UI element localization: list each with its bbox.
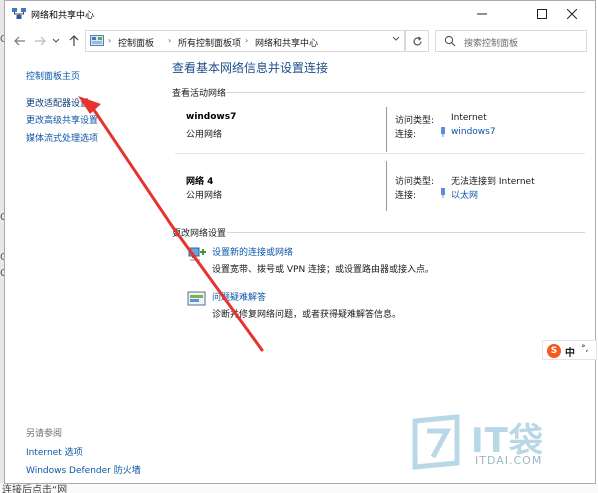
breadcrumb-separator-icon: › [168, 36, 172, 45]
setup-new-connection-link[interactable]: 设置新的连接或网络 [212, 245, 293, 258]
refresh-icon [412, 36, 422, 45]
network-type: 公用网络 [186, 191, 223, 201]
ethernet-icon [441, 188, 445, 198]
network-center-icon [12, 8, 26, 19]
link-windows-defender-firewall[interactable]: Windows Defender 防火墙 [26, 463, 141, 476]
access-type-value: Internet [451, 113, 487, 123]
network-name: windows7 [186, 112, 237, 122]
breadcrumb-control-panel[interactable]: 控制面板 [118, 36, 154, 49]
title-bar[interactable]: 网络和共享中心 [5, 1, 595, 27]
link-advanced-sharing-settings[interactable]: 更改高级共享设置 [26, 113, 98, 126]
network-name: 网络 4 [186, 177, 214, 187]
chevron-down-icon [392, 36, 400, 41]
breadcrumb-all-items[interactable]: 所有控制面板项 [178, 36, 241, 49]
connection-link-windows7[interactable]: windows7 [451, 127, 496, 137]
background-strip-bottom [0, 483, 598, 493]
column-divider [386, 107, 387, 152]
back-button[interactable] [13, 33, 27, 49]
maximize-icon [537, 9, 547, 19]
breadcrumb-separator-icon: › [108, 36, 112, 45]
change-network-settings-label: 更改网络设置 [172, 229, 227, 239]
access-type-value: 无法连接到 Internet [451, 177, 535, 187]
link-internet-options[interactable]: Internet 选项 [26, 445, 83, 458]
itdai-watermark-logo-icon [412, 414, 460, 470]
control-panel-icon [90, 35, 104, 46]
address-bar-row: › 控制面板 › 所有控制面板项 › 网络和共享中心 搜索控制面板 [5, 27, 595, 55]
connection-link-ethernet[interactable]: 以太网 [451, 188, 478, 201]
search-icon [444, 35, 456, 47]
ime-mode-toggle[interactable]: 中 [565, 344, 575, 359]
link-control-panel-home[interactable]: 控制面板主页 [26, 69, 80, 82]
recent-locations-button[interactable] [51, 33, 61, 49]
breadcrumb-network-center[interactable]: 网络和共享中心 [255, 36, 318, 49]
connection-label: 连接: [395, 191, 417, 201]
section-divider [227, 92, 585, 93]
column-divider [386, 161, 387, 211]
forward-button[interactable] [33, 33, 47, 49]
sogou-logo-icon: S [547, 344, 561, 358]
new-connection-icon [188, 247, 206, 261]
access-type-label: 访问类型: [395, 177, 435, 187]
arrow-left-icon [14, 36, 25, 46]
wifi-signal-icon [441, 127, 445, 137]
close-icon [567, 9, 577, 19]
troubleshoot-problems-description: 诊断并修复网络问题，或者获得疑难解答信息。 [212, 310, 402, 320]
search-input[interactable]: 搜索控制面板 [435, 30, 587, 52]
access-type-label: 访问类型: [395, 116, 435, 126]
setup-new-connection-description: 设置宽带、拨号或 VPN 连接；或设置路由器或接入点。 [212, 265, 435, 275]
arrow-right-icon [35, 36, 46, 46]
search-placeholder: 搜索控制面板 [464, 39, 519, 49]
close-button[interactable] [549, 1, 595, 27]
active-networks-label: 查看活动网络 [172, 89, 227, 99]
ime-toolbar[interactable]: S 中 °, [542, 340, 597, 360]
refresh-button[interactable] [405, 30, 429, 52]
window-title: 网络和共享中心 [31, 11, 95, 21]
watermark-domain: ITDAI.COM [475, 454, 543, 467]
link-change-adapter-settings[interactable]: 更改适配器设置 [26, 96, 89, 109]
page-title: 查看基本网络信息并设置连接 [172, 61, 329, 75]
section-divider [227, 232, 585, 233]
minimize-button[interactable] [459, 1, 505, 27]
connection-label: 连接: [395, 130, 417, 140]
address-history-button[interactable] [392, 35, 400, 44]
network-sharing-center-window: 网络和共享中心 › 控制面板 › 所有控制面板项 › 网络和共享中心 搜索控制面… [4, 0, 597, 484]
network-divider [175, 153, 585, 154]
arrow-up-icon [69, 35, 79, 46]
left-navigation-pane: 控制面板主页 更改适配器设置 更改高级共享设置 媒体流式处理选项 另请参阅 In… [5, 56, 165, 484]
address-box[interactable]: › 控制面板 › 所有控制面板项 › 网络和共享中心 [85, 30, 405, 52]
chevron-down-icon [52, 38, 60, 43]
troubleshoot-icon [187, 291, 206, 306]
up-button[interactable] [67, 33, 81, 49]
troubleshoot-problems-link[interactable]: 问题疑难解答 [212, 290, 266, 303]
breadcrumb-separator-icon: › [245, 36, 249, 45]
network-type: 公用网络 [186, 130, 223, 140]
minimize-icon [477, 13, 487, 15]
see-also-label: 另请参阅 [26, 429, 63, 439]
link-media-streaming-options[interactable]: 媒体流式处理选项 [26, 131, 98, 144]
ime-punctuation-toggle[interactable]: °, [581, 344, 588, 354]
